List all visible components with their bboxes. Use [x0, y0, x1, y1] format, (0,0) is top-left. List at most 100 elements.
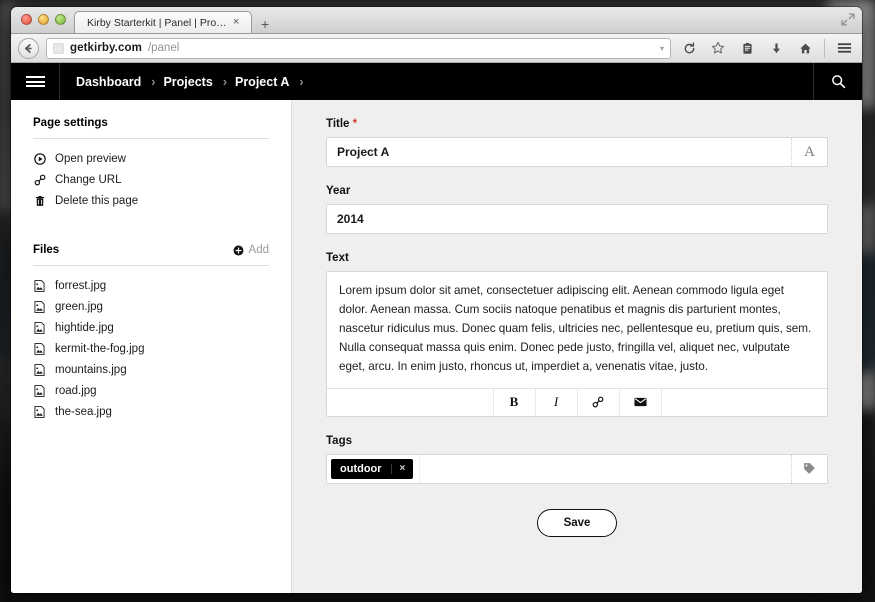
image-file-icon	[33, 343, 46, 355]
text-format-a-icon[interactable]: A	[791, 138, 827, 166]
tag-icon[interactable]	[791, 455, 827, 483]
hamburger-glyph	[837, 42, 852, 54]
title-field-group: Title * A	[326, 118, 828, 167]
list-item[interactable]: mountains.jpg	[33, 359, 269, 380]
trash-icon	[33, 195, 46, 207]
close-window-button[interactable]	[21, 14, 32, 25]
file-name: kermit-the-fog.jpg	[55, 343, 144, 355]
email-icon	[634, 397, 647, 407]
bookmark-star-icon[interactable]	[707, 38, 729, 59]
file-name: mountains.jpg	[55, 364, 127, 376]
play-circle-icon	[33, 153, 46, 165]
italic-button[interactable]: I	[535, 389, 577, 416]
new-tab-button[interactable]: +	[252, 17, 278, 33]
chevron-right-icon: ›	[223, 75, 227, 89]
save-button[interactable]: Save	[537, 509, 618, 537]
breadcrumb-label: Dashboard	[76, 75, 141, 89]
menu-icon[interactable]	[833, 38, 855, 59]
list-item[interactable]: hightide.jpg	[33, 317, 269, 338]
tags-input[interactable]	[419, 455, 791, 483]
image-file-glyph	[34, 406, 45, 418]
file-name: hightide.jpg	[55, 322, 114, 334]
page-settings-label: Page settings	[33, 117, 108, 129]
image-file-icon	[33, 385, 46, 397]
tag-chip-label: outdoor	[331, 463, 391, 475]
panel-topbar: Dashboard › Projects › Project A ›	[11, 63, 862, 100]
desktop-backdrop: Kirby Starterkit | Panel | Projec... × +…	[0, 0, 875, 602]
text-editor: Lorem ipsum dolor sit amet, consectetuer…	[326, 271, 828, 417]
reader-glyph	[741, 42, 754, 55]
close-tab-icon[interactable]: ×	[233, 17, 239, 28]
list-item[interactable]: green.jpg	[33, 296, 269, 317]
image-file-glyph	[34, 322, 45, 334]
url-path: /panel	[148, 42, 179, 54]
reader-icon[interactable]	[736, 38, 758, 59]
download-icon[interactable]	[765, 38, 787, 59]
tags-input-wrapper[interactable]: outdoor ×	[326, 454, 828, 484]
sidebar-item-change-url[interactable]: Change URL	[33, 169, 269, 190]
add-file-button[interactable]: Add	[233, 244, 269, 256]
image-file-icon	[33, 364, 46, 376]
text-field-group: Text Lorem ipsum dolor sit amet, consect…	[326, 252, 828, 417]
breadcrumb: Dashboard › Projects › Project A ›	[60, 63, 813, 100]
panel-main-form: Title * A Year	[292, 100, 862, 593]
tag-glyph	[803, 462, 816, 475]
hamburger-menu-icon[interactable]	[11, 74, 59, 90]
sidebar-item-delete-page[interactable]: Delete this page	[33, 190, 269, 211]
year-input-wrapper[interactable]	[326, 204, 828, 234]
tags-list: outdoor ×	[327, 455, 791, 483]
download-glyph	[770, 42, 783, 55]
title-label: Title *	[326, 118, 828, 130]
image-file-glyph	[34, 364, 45, 376]
address-dropdown-icon[interactable]: ▾	[660, 44, 664, 53]
list-item[interactable]: forrest.jpg	[33, 275, 269, 296]
toolbar-fill	[661, 389, 828, 416]
email-button[interactable]	[619, 389, 661, 416]
text-editor-content[interactable]: Lorem ipsum dolor sit amet, consectetuer…	[327, 272, 827, 388]
link-button[interactable]	[577, 389, 619, 416]
tag-chip[interactable]: outdoor ×	[331, 459, 413, 479]
text-label: Text	[326, 252, 828, 264]
breadcrumb-item-project-a[interactable]: Project A ›	[235, 75, 312, 89]
panel-sidebar: Page settings Open preview	[11, 100, 292, 593]
search-icon[interactable]	[814, 63, 862, 100]
year-label: Year	[326, 185, 828, 197]
chevron-right-icon: ›	[151, 75, 155, 89]
files-list: forrest.jpg green.jpg	[33, 266, 269, 422]
browser-tab-bar: Kirby Starterkit | Panel | Projec... × +	[11, 7, 862, 34]
reload-icon[interactable]	[678, 38, 700, 59]
remove-tag-icon[interactable]: ×	[391, 464, 414, 474]
browser-tab[interactable]: Kirby Starterkit | Panel | Projec... ×	[74, 11, 252, 33]
tags-field-group: Tags outdoor ×	[326, 435, 828, 484]
title-input[interactable]	[327, 138, 791, 166]
sidebar-item-open-preview[interactable]: Open preview	[33, 148, 269, 169]
back-button[interactable]	[18, 38, 39, 59]
zoom-window-button[interactable]	[55, 14, 66, 25]
home-icon[interactable]	[794, 38, 816, 59]
breadcrumb-item-projects[interactable]: Projects ›	[163, 75, 235, 89]
bold-button[interactable]: B	[493, 389, 535, 416]
home-glyph	[799, 42, 812, 55]
minimize-window-button[interactable]	[38, 14, 49, 25]
page-settings-heading: Page settings	[33, 117, 269, 139]
list-item[interactable]: kermit-the-fog.jpg	[33, 338, 269, 359]
address-bar[interactable]: getkirby.com/panel ▾	[46, 38, 671, 59]
file-name: forrest.jpg	[55, 280, 106, 292]
serif-a-glyph: A	[804, 144, 815, 161]
breadcrumb-item-dashboard[interactable]: Dashboard ›	[76, 75, 163, 89]
browser-toolbar: getkirby.com/panel ▾	[11, 34, 862, 63]
list-item[interactable]: road.jpg	[33, 380, 269, 401]
image-file-icon	[33, 406, 46, 418]
image-file-glyph	[34, 343, 45, 355]
breadcrumb-label: Projects	[163, 75, 212, 89]
image-file-glyph	[34, 301, 45, 313]
star-glyph	[711, 41, 725, 55]
title-input-wrapper[interactable]: A	[326, 137, 828, 167]
list-item[interactable]: the-sea.jpg	[33, 401, 269, 422]
save-button-row: Save	[326, 509, 828, 537]
kirby-panel: Dashboard › Projects › Project A ›	[11, 63, 862, 593]
year-input[interactable]	[327, 205, 827, 233]
image-file-icon	[33, 280, 46, 292]
image-file-icon	[33, 301, 46, 313]
window-resize-icon[interactable]	[841, 13, 855, 26]
